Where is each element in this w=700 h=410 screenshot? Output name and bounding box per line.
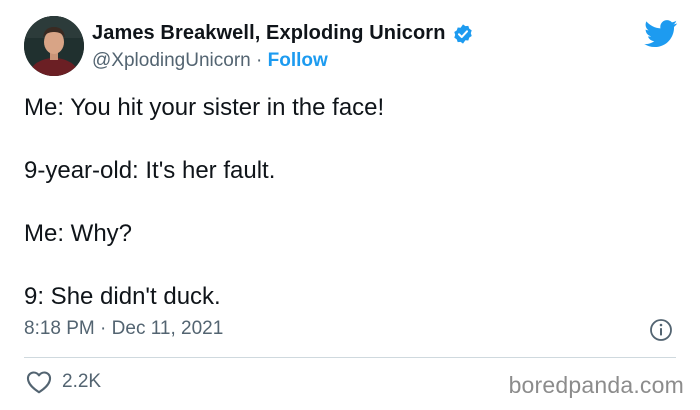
- info-icon[interactable]: [649, 318, 673, 342]
- tweet-text: Me: You hit your sister in the face! 9-y…: [24, 93, 674, 345]
- heart-icon: [26, 371, 52, 394]
- timestamp-separator: ·: [94, 318, 112, 339]
- tweet-line: 9: She didn't duck.: [24, 283, 221, 310]
- tweet-line: Me: You hit your sister in the face!: [24, 94, 385, 121]
- watermark: boredpanda.com: [508, 372, 684, 398]
- avatar[interactable]: [24, 16, 84, 76]
- tweet-date: Dec 11, 2021: [111, 318, 224, 339]
- follow-button[interactable]: Follow: [268, 50, 328, 71]
- tweet-time: 8:18 PM: [24, 318, 95, 339]
- author-handle[interactable]: @XplodingUnicorn: [92, 50, 251, 71]
- avatar-image: [24, 16, 84, 76]
- author-handle-row: @XplodingUnicorn · Follow: [92, 50, 328, 72]
- tweet-line: 9-year-old: It's her fault.: [24, 157, 276, 184]
- tweet-card: James Breakwell, Exploding Unicorn @Xplo…: [0, 0, 700, 410]
- verified-badge-icon: [453, 23, 472, 44]
- divider: [24, 357, 676, 358]
- twitter-bird-icon[interactable]: [644, 20, 678, 48]
- tweet-line: Me: Why?: [24, 220, 133, 247]
- like-button[interactable]: 2.2K: [26, 370, 101, 394]
- author-display-name[interactable]: James Breakwell, Exploding Unicorn: [92, 22, 446, 45]
- author-name-row: James Breakwell, Exploding Unicorn: [92, 22, 474, 45]
- tweet-timestamp[interactable]: 8:18 PM · Dec 11, 2021: [24, 318, 223, 340]
- handle-separator: ·: [250, 50, 268, 71]
- like-count: 2.2K: [62, 371, 102, 392]
